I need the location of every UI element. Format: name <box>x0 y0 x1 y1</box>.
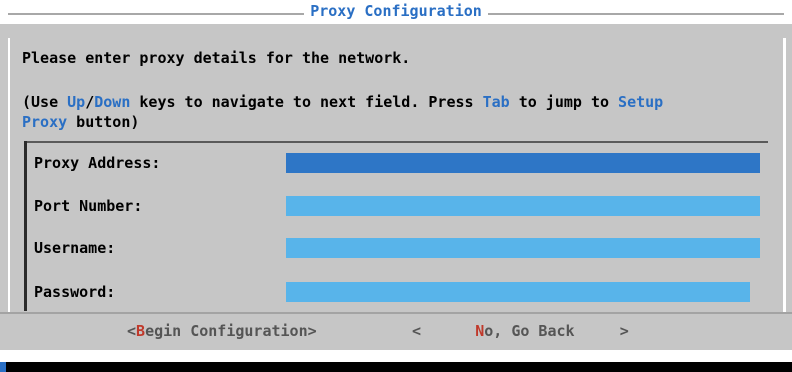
port-number-label: Port Number: <box>34 197 143 215</box>
help-keyword-setup: Setup <box>618 93 664 111</box>
username-field[interactable] <box>286 238 760 258</box>
help-text-line-1: (Use Up/Down keys to navigate to next fi… <box>22 92 663 112</box>
proxy-configuration-dialog: Please enter proxy details for the netwo… <box>0 24 792 360</box>
help-keyword-tab: Tab <box>482 93 510 111</box>
password-label: Password: <box>34 283 116 301</box>
intro-text: Please enter proxy details for the netwo… <box>22 49 411 67</box>
port-number-field[interactable] <box>286 196 760 216</box>
proxy-address-label: Proxy Address: <box>34 154 161 172</box>
button-bracket-open: < <box>127 322 137 340</box>
help-text-part: keys to navigate to next field. Press <box>130 93 483 111</box>
button-spacer <box>421 322 475 340</box>
begin-configuration-button[interactable]: <Begin Configuration> <box>127 322 317 340</box>
button-bracket-close: > <box>307 322 317 340</box>
panel-border-left <box>24 141 27 311</box>
password-field[interactable] <box>286 282 750 302</box>
proxy-fields-panel: Proxy Address: Port Number: Username: Pa… <box>24 141 768 311</box>
help-text-part: button) <box>67 113 140 131</box>
help-text-part: to jump to <box>509 93 619 111</box>
dialog-title: Proxy Configuration <box>304 2 488 20</box>
begin-button-label: egin Configuration <box>145 322 308 340</box>
button-spacer <box>575 322 620 340</box>
go-back-button[interactable]: < No, Go Back > <box>412 322 629 340</box>
help-text-slash: / <box>85 93 95 111</box>
help-text-line-2: Proxy button) <box>22 112 139 132</box>
button-bracket-open: < <box>412 322 422 340</box>
help-keyword-down: Down <box>94 93 131 111</box>
begin-hotkey: B <box>136 322 146 340</box>
help-text-part: (Use <box>22 93 68 111</box>
proxy-address-field[interactable] <box>286 153 760 173</box>
screen-bottom-strip <box>0 350 792 372</box>
help-keyword-up: Up <box>67 93 86 111</box>
go-back-button-label: o, Go Back <box>484 322 575 340</box>
username-label: Username: <box>34 239 116 257</box>
go-back-hotkey: N <box>475 322 485 340</box>
help-keyword-proxy: Proxy <box>22 113 68 131</box>
button-bracket-close: > <box>619 322 629 340</box>
dialog-title-wrap: Proxy Configuration <box>0 2 792 20</box>
button-bar: <Begin Configuration> < No, Go Back > <box>0 312 792 350</box>
screen-bottom-bar <box>6 362 792 372</box>
title-bar: Proxy Configuration <box>0 0 792 24</box>
panel-border-top <box>24 141 768 143</box>
